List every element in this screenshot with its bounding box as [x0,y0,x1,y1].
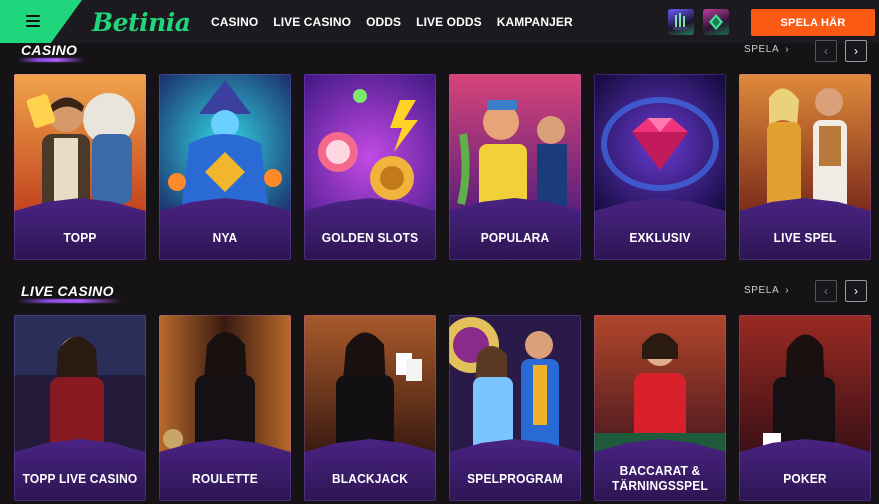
card-label: POKER [783,471,827,486]
category-card-topp-live-casino[interactable]: TOPP LIVE CASINO [14,315,146,501]
live-casino-prev-button[interactable]: ‹ [815,280,837,302]
casino-see-all-label: SPELA [744,44,780,55]
category-card-nya[interactable]: NYA [159,74,291,260]
populara-artwork [449,74,581,214]
casino-next-button[interactable]: › [845,40,867,62]
live-casino-see-all-link[interactable]: SPELA › [744,285,789,296]
card-label: LIVE SPEL [773,230,837,245]
casino-card-row: TOPP NYA GOLDEN SLOTS POPULARA EXKLUSIV … [14,74,871,260]
category-card-poker[interactable]: POKER [739,315,871,501]
nav-casino[interactable]: CASINO [211,15,258,29]
nav-live-casino[interactable]: LIVE CASINO [273,15,351,29]
category-card-golden-slots[interactable]: GOLDEN SLOTS [304,74,436,260]
card-label-line1: BACCARAT & [619,463,701,478]
casino-see-all-link[interactable]: SPELA › [744,44,789,55]
category-card-exklusiv[interactable]: EXKLUSIV [594,74,726,260]
card-label: SPELPROGRAM [467,471,563,486]
roulette-artwork [159,315,291,455]
live-casino-see-all-label: SPELA [744,285,780,296]
category-card-roulette[interactable]: ROULETTE [159,315,291,501]
brand-logo[interactable]: Betinia [92,8,191,37]
nav-live-odds[interactable]: LIVE ODDS [416,15,482,29]
diamond-badge-icon[interactable] [703,9,729,35]
card-label: TOPP LIVE CASINO [22,471,138,486]
card-label: ROULETTE [192,471,258,486]
live-casino-next-button[interactable]: › [845,280,867,302]
card-label-line2: TÄRNINGSSPEL [612,478,708,493]
casino-prev-button[interactable]: ‹ [815,40,837,62]
category-card-live-spel[interactable]: LIVE SPEL [739,74,871,260]
live-casino-card-row: TOPP LIVE CASINO ROULETTE BLACKJACK SPEL… [14,315,871,501]
card-label: GOLDEN SLOTS [321,230,419,245]
nav-odds[interactable]: ODDS [366,15,401,29]
card-label: BLACKJACK [331,471,409,486]
card-label: BACCARAT & TÄRNINGSSPEL [599,463,720,493]
casino-section-title: CASINO [21,42,78,58]
blackjack-artwork [304,315,436,455]
card-label: NYA [212,230,238,245]
menu-button[interactable] [0,0,82,43]
card-label: EXKLUSIV [629,230,691,245]
poker-artwork [739,315,871,455]
category-card-baccarat[interactable]: BACCARAT & TÄRNINGSSPEL [594,315,726,501]
spelprogram-artwork [449,315,581,455]
hamburger-icon[interactable] [26,15,40,27]
chevron-right-icon: › [785,285,790,296]
topp-artwork [14,74,146,214]
play-here-button[interactable]: SPELA HÄR [751,9,875,36]
top-header: Betinia CASINO LIVE CASINO ODDS LIVE ODD… [0,0,879,43]
category-card-blackjack[interactable]: BLACKJACK [304,315,436,501]
nav-kampanjer[interactable]: KAMPANJER [497,15,573,29]
nya-artwork [159,74,291,214]
category-card-populara[interactable]: POPULARA [449,74,581,260]
live-spel-artwork [739,74,871,214]
category-card-spelprogram[interactable]: SPELPROGRAM [449,315,581,501]
main-nav: CASINO LIVE CASINO ODDS LIVE ODDS KAMPAN… [211,15,588,29]
tournament-badge-icon[interactable] [668,9,694,35]
card-label: TOPP [63,230,97,245]
chevron-right-icon: › [785,44,790,55]
exklusiv-artwork [594,74,726,214]
golden-slots-artwork [304,74,436,214]
baccarat-artwork [594,315,726,455]
card-label: POPULARA [480,230,550,245]
category-card-topp[interactable]: TOPP [14,74,146,260]
live-casino-section-title: LIVE CASINO [21,283,114,299]
topp-live-casino-artwork [14,315,146,455]
